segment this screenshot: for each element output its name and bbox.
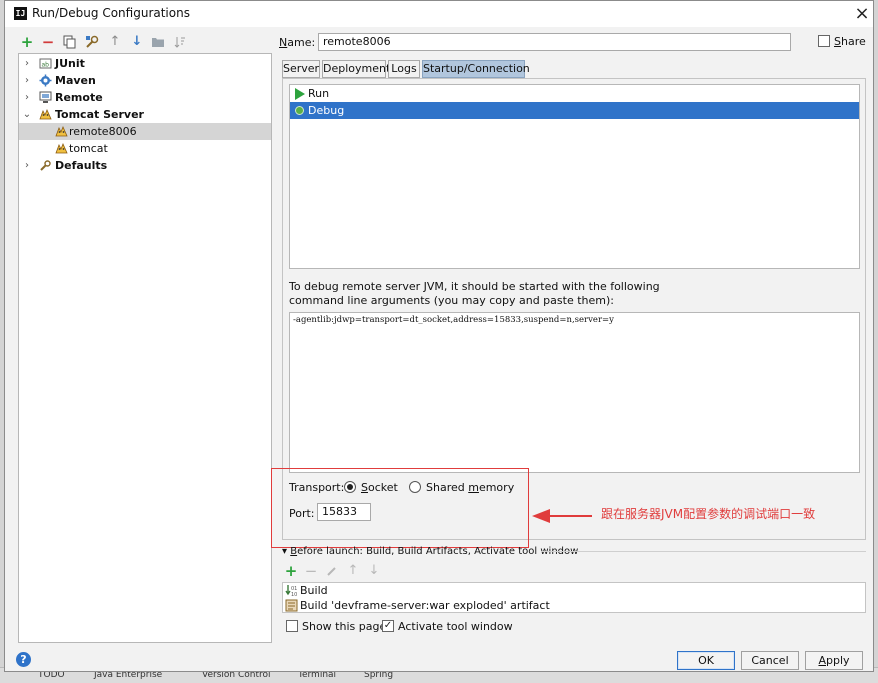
apply-button[interactable]: Apply xyxy=(805,651,863,670)
move-task-up-icon[interactable]: ↑ xyxy=(346,564,360,578)
collapse-arrow-icon[interactable]: ▾ xyxy=(282,546,287,557)
mode-list[interactable]: Run Debug xyxy=(289,84,860,269)
tab-server[interactable]: Server xyxy=(282,60,320,78)
tree-item-label: Tomcat Server xyxy=(55,108,144,121)
tree-item-remote8006[interactable]: remote8006 xyxy=(19,123,271,140)
tree-item-label: remote8006 xyxy=(69,125,137,138)
junit-icon: ab xyxy=(39,57,52,70)
edit-task-icon[interactable] xyxy=(325,564,339,578)
tree-item-junit[interactable]: › ab JUnit xyxy=(19,55,271,72)
mode-label: Debug xyxy=(308,104,345,117)
debug-description: To debug remote server JVM, it should be… xyxy=(289,280,849,308)
artifact-icon xyxy=(285,599,298,616)
add-task-icon[interactable]: + xyxy=(284,564,298,579)
jvm-arguments-text[interactable]: -agentlib:jdwp=transport=dt_socket,addre… xyxy=(289,312,860,473)
intellij-icon: IJ xyxy=(14,7,27,20)
list-item[interactable]: Build 'devframe-server:war exploded' art… xyxy=(283,598,865,613)
expand-arrow-icon[interactable]: › xyxy=(22,55,32,72)
remote-icon xyxy=(39,91,52,104)
expand-arrow-icon[interactable]: › xyxy=(22,72,32,89)
tree-item-tomcat-server[interactable]: ⌄ Tomcat Server xyxy=(19,106,271,123)
collapse-arrow-icon[interactable]: ⌄ xyxy=(22,106,32,123)
share-label: Share xyxy=(834,35,866,48)
help-button[interactable]: ? xyxy=(16,652,31,667)
name-label: Name: xyxy=(279,36,316,49)
copy-icon[interactable] xyxy=(63,35,77,49)
tree-item-label: Maven xyxy=(55,74,96,87)
show-this-page-label: Show this page xyxy=(302,620,387,633)
cancel-button[interactable]: Cancel xyxy=(741,651,799,670)
tomcat-icon xyxy=(55,125,68,138)
tree-item-maven[interactable]: › Maven xyxy=(19,72,271,89)
tomcat-icon xyxy=(39,108,52,121)
annotation-text: 跟在服务器JVM配置参数的调试端口一致 xyxy=(601,507,816,521)
tree-item-label: Defaults xyxy=(55,159,108,172)
tree-item-defaults[interactable]: › Defaults xyxy=(19,157,271,174)
move-task-down-icon[interactable]: ↓ xyxy=(367,564,381,578)
ok-button[interactable]: OK xyxy=(677,651,735,670)
svg-text:10: 10 xyxy=(291,592,297,597)
remove-icon[interactable]: − xyxy=(41,35,55,50)
before-launch-header[interactable]: ▾ Before launch: Build, Build Artifacts,… xyxy=(282,546,578,557)
expand-arrow-icon[interactable]: › xyxy=(22,157,32,174)
annotation-arrow-head xyxy=(532,509,550,523)
activate-tool-window-label: Activate tool window xyxy=(398,620,513,633)
add-icon[interactable]: + xyxy=(20,35,34,50)
description-line: command line arguments (you may copy and… xyxy=(289,294,614,307)
annotation-highlight-box xyxy=(271,468,529,548)
activate-tool-window-checkbox[interactable]: ✓ xyxy=(382,620,394,632)
wrench-icon[interactable] xyxy=(85,35,99,49)
tree-item-label: Remote xyxy=(55,91,103,104)
window-title: Run/Debug Configurations xyxy=(32,6,190,20)
debug-icon xyxy=(295,106,304,115)
name-input[interactable]: remote8006 xyxy=(318,33,791,51)
tab-logs[interactable]: Logs xyxy=(388,60,420,78)
tree-item-label: tomcat xyxy=(69,142,108,155)
move-down-icon[interactable]: ↓ xyxy=(130,35,144,49)
run-debug-dialog: IJ Run/Debug Configurations × + − ↑ ↓ › … xyxy=(4,0,874,672)
move-up-icon[interactable]: ↑ xyxy=(108,35,122,49)
separator xyxy=(541,551,866,552)
mode-item-run[interactable]: Run xyxy=(290,85,859,102)
description-line: To debug remote server JVM, it should be… xyxy=(289,280,660,293)
expand-arrow-icon[interactable]: › xyxy=(22,89,32,106)
share-checkbox[interactable] xyxy=(818,35,830,47)
sort-icon[interactable] xyxy=(173,35,187,49)
tab-startup-connection[interactable]: Startup/Connection xyxy=(422,60,530,78)
close-button[interactable]: × xyxy=(851,3,873,25)
annotation-arrow xyxy=(550,515,592,517)
remove-task-icon[interactable]: − xyxy=(304,564,318,579)
before-launch-list[interactable]: 01 10 Build Build 'devframe-server:war ex… xyxy=(282,582,866,613)
tree-item-label: JUnit xyxy=(55,57,85,70)
tab-deployment[interactable]: Deployment xyxy=(322,60,390,78)
run-icon xyxy=(295,88,305,100)
svg-text:ab: ab xyxy=(42,62,50,69)
maven-icon xyxy=(39,74,52,87)
defaults-icon xyxy=(39,159,52,172)
tree-item-remote[interactable]: › Remote xyxy=(19,89,271,106)
list-item[interactable]: 01 10 Build xyxy=(283,583,865,598)
folder-icon[interactable] xyxy=(151,35,165,49)
tomcat-icon xyxy=(55,142,68,155)
show-this-page-checkbox[interactable] xyxy=(286,620,298,632)
title-bar: IJ Run/Debug Configurations × xyxy=(5,1,873,27)
mode-item-debug[interactable]: Debug xyxy=(290,102,859,119)
mode-label: Run xyxy=(308,87,330,100)
list-item-label: Build xyxy=(300,584,328,597)
list-item-label: Build 'devframe-server:war exploded' art… xyxy=(300,599,550,612)
tree-item-tomcat[interactable]: tomcat xyxy=(19,140,271,157)
configuration-tree[interactable]: › ab JUnit › Maven › Remote ⌄ Tomcat Ser… xyxy=(18,53,272,643)
